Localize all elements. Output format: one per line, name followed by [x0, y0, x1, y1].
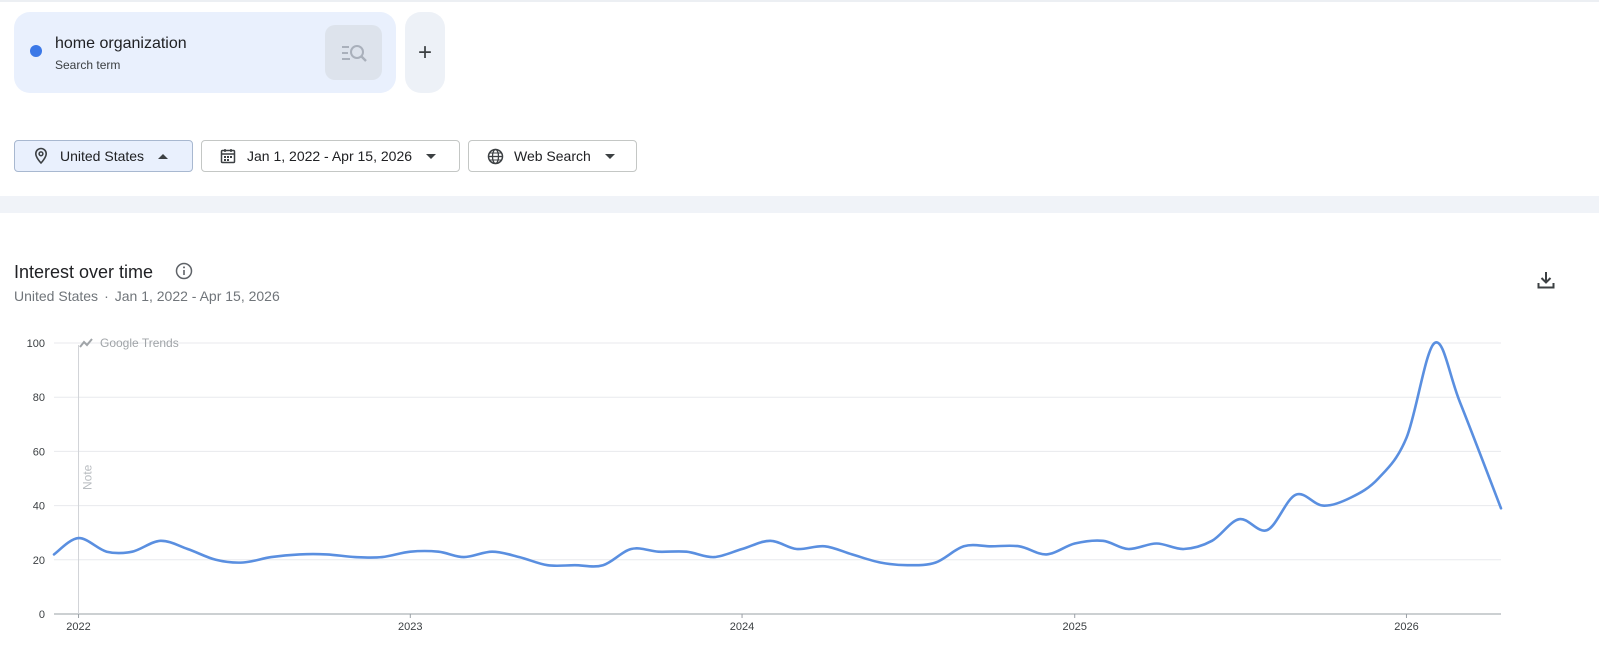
add-comparison-button[interactable]: +: [405, 12, 445, 93]
search-property-filter[interactable]: Web Search: [468, 140, 637, 172]
download-icon[interactable]: [1536, 270, 1556, 290]
info-icon[interactable]: [175, 262, 193, 280]
search-term-options-button[interactable]: [325, 25, 382, 80]
x-tick-label: 2023: [398, 621, 422, 633]
search-list-icon: [341, 44, 367, 62]
y-tick-label: 40: [33, 501, 45, 513]
top-divider: [0, 0, 1599, 2]
subtitle-dates: Jan 1, 2022 - Apr 15, 2026: [114, 288, 280, 304]
calendar-icon: [219, 147, 237, 165]
plus-icon: +: [417, 38, 432, 66]
region-filter[interactable]: United States: [14, 140, 193, 172]
region-filter-label: United States: [60, 148, 145, 164]
chevron-down-icon: [426, 153, 437, 159]
y-tick-label: 60: [33, 446, 45, 458]
y-tick-label: 80: [33, 392, 45, 404]
date-range-filter[interactable]: Jan 1, 2022 - Apr 15, 2026: [201, 140, 460, 172]
globe-icon: [486, 147, 504, 165]
subtitle-separator: ·: [104, 288, 109, 304]
series-color-dot: [30, 45, 42, 57]
watermark-text: Google Trends: [100, 336, 179, 350]
y-tick-label: 20: [33, 555, 45, 567]
search-term-type: Search term: [55, 58, 121, 72]
chevron-down-icon: [604, 153, 615, 159]
date-range-filter-label: Jan 1, 2022 - Apr 15, 2026: [247, 148, 413, 164]
y-tick-label: 0: [39, 609, 45, 621]
x-tick-label: 2026: [1394, 621, 1418, 633]
search-term-card[interactable]: home organization Search term: [14, 12, 396, 93]
interest-over-time-chart: Note Google Trends 0 20 40 60 80 100 2022 2023 2…: [0, 320, 1599, 650]
chevron-up-icon: [158, 153, 169, 159]
interest-over-time-subtitle: United States · Jan 1, 2022 - Apr 15, 2026: [14, 288, 280, 304]
x-tick-label: 2022: [66, 621, 90, 633]
location-pin-icon: [32, 147, 50, 165]
section-divider: [0, 196, 1599, 213]
line-chart: Note Google Trends 0 20 40 60 80 100 2022 2023 2…: [27, 336, 1503, 633]
x-tick-label: 2024: [730, 621, 754, 633]
x-tick-label: 2025: [1062, 621, 1086, 633]
search-property-filter-label: Web Search: [514, 148, 591, 164]
series-line-home-organization[interactable]: [52, 341, 1503, 568]
y-tick-label: 100: [27, 338, 45, 350]
search-term-name[interactable]: home organization: [55, 35, 187, 53]
interest-over-time-title: Interest over time: [14, 262, 154, 282]
subtitle-region: United States: [14, 288, 99, 304]
note-label[interactable]: Note: [81, 464, 95, 490]
